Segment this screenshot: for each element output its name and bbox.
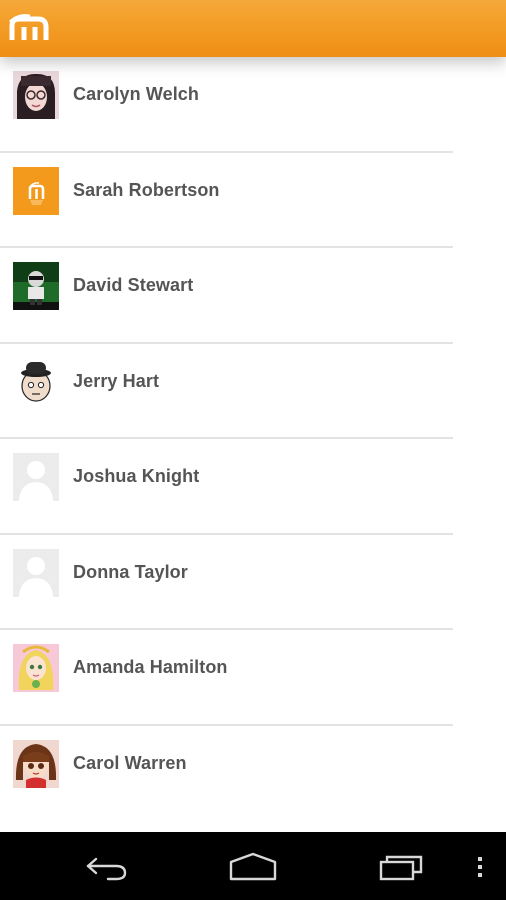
contact-name: Carol Warren: [73, 752, 187, 773]
contact-row[interactable]: Jerry Hart: [0, 344, 506, 439]
recent-apps-icon[interactable]: [378, 848, 426, 884]
contact-row[interactable]: David Stewart: [0, 248, 506, 344]
contact-row[interactable]: Sarah Robertson: [0, 153, 506, 248]
avatar: [13, 548, 59, 597]
avatar: [13, 71, 59, 119]
navigation-bar: [0, 832, 506, 900]
avatar: [13, 262, 59, 310]
contact-name: Donna Taylor: [73, 561, 188, 582]
contact-name: Amanda Hamilton: [73, 657, 228, 677]
contact-name: Joshua Knight: [73, 466, 200, 486]
contact-name: Carolyn Welch: [73, 84, 199, 104]
app-bar: [0, 0, 506, 57]
contact-list: Carolyn Welch Sarah Robertson David Stew…: [0, 57, 506, 832]
avatar: [13, 644, 59, 692]
avatar: [13, 357, 59, 406]
contact-row[interactable]: Carolyn Welch: [0, 57, 506, 153]
avatar: [13, 166, 59, 215]
home-icon[interactable]: [228, 848, 278, 884]
avatar: [13, 453, 59, 501]
contact-row[interactable]: Carol Warren: [0, 726, 506, 822]
contact-name: David Stewart: [73, 275, 194, 295]
contact-row[interactable]: Joshua Knight: [0, 439, 506, 535]
overflow-menu-icon[interactable]: [472, 848, 488, 884]
contact-name: Jerry Hart: [73, 370, 160, 391]
contact-row[interactable]: Donna Taylor: [0, 535, 506, 630]
back-arrow-icon[interactable]: [82, 848, 130, 884]
contact-name: Sarah Robertson: [73, 179, 220, 200]
moodle-logo-icon[interactable]: [8, 10, 50, 46]
contact-row[interactable]: Amanda Hamilton: [0, 630, 506, 726]
avatar: [13, 739, 59, 788]
